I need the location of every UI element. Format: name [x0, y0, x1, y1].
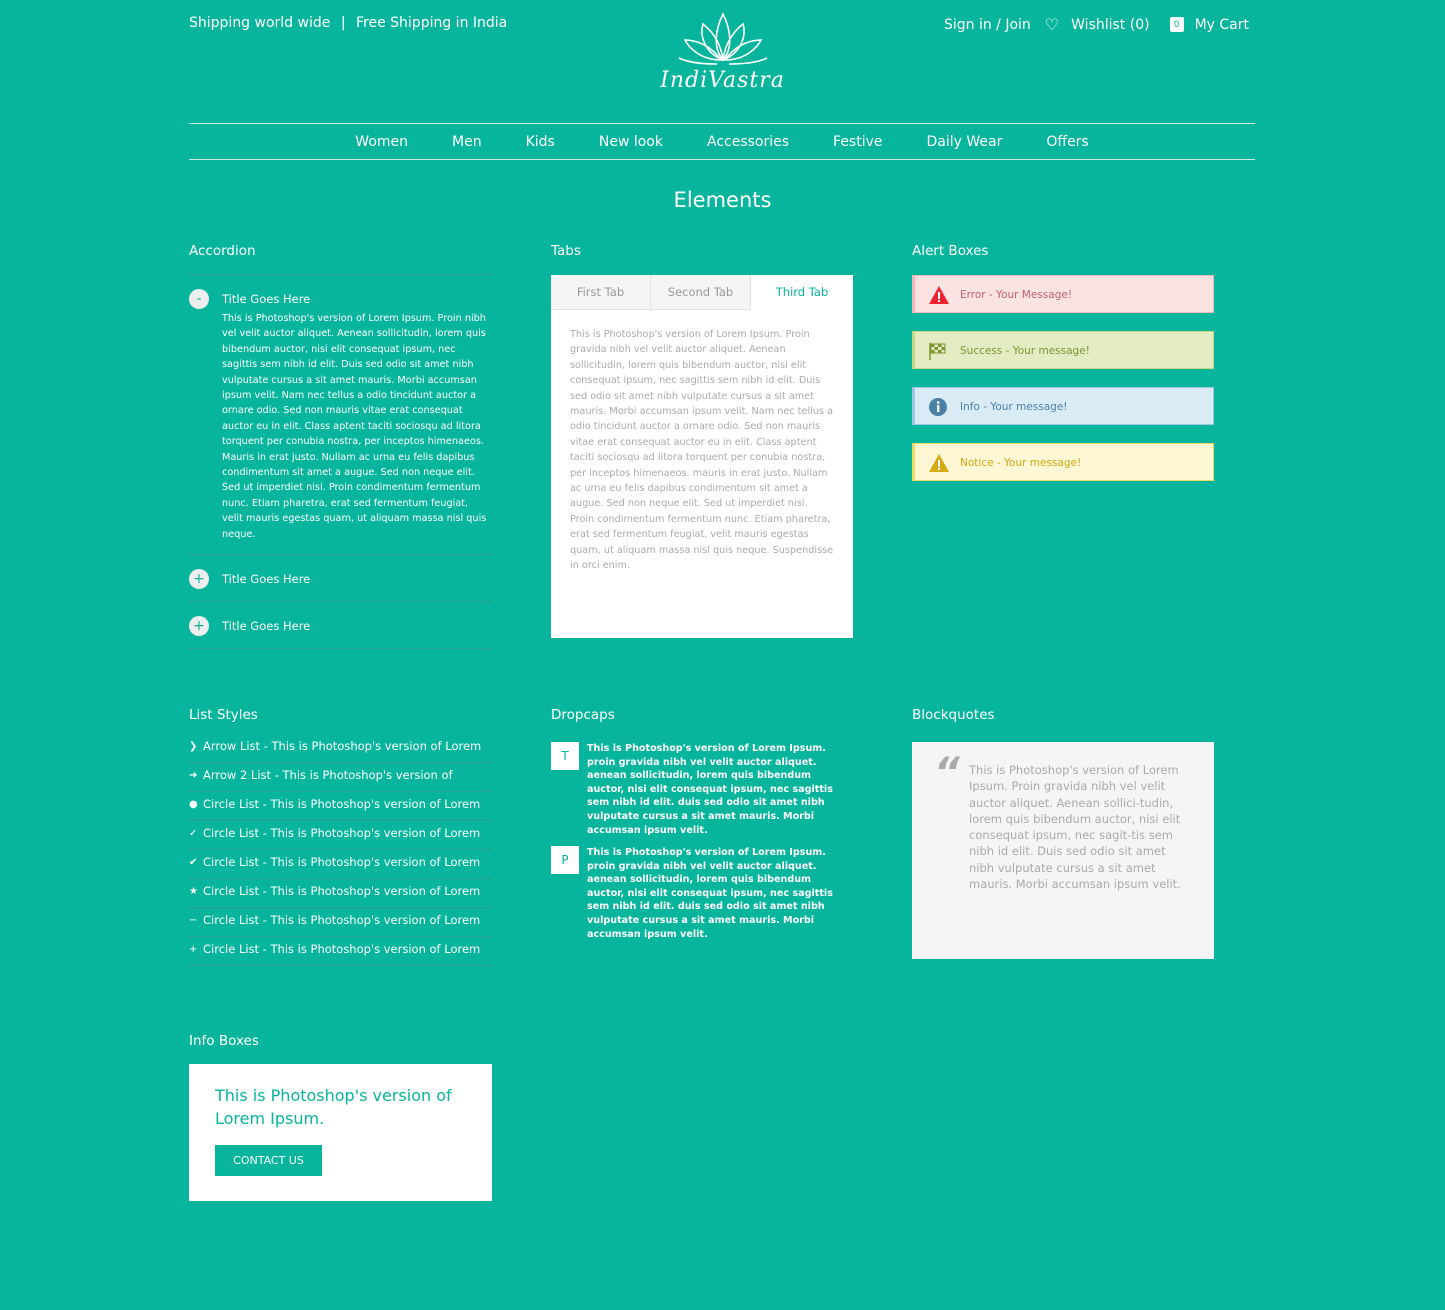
signin-link[interactable]: Sign in / Join — [944, 17, 1031, 33]
tab-second[interactable]: Second Tab — [651, 275, 751, 310]
accordion-item[interactable]: + Title Goes Here — [189, 555, 492, 603]
collapse-icon[interactable]: - — [189, 289, 209, 309]
accordion-item[interactable]: - Title Goes Here This is Photoshop's ve… — [189, 275, 492, 556]
alerts-heading: Alert Boxes — [912, 243, 989, 259]
list-text: Circle List - This is Photoshop's versio… — [203, 826, 481, 840]
minus-icon: − — [189, 915, 198, 926]
dropcap-paragraph: P This is Photoshop's version of Lorem I… — [551, 846, 841, 941]
dropcap-text: This is Photoshop's version of Lorem Ips… — [587, 847, 833, 940]
checkered-flag-icon — [929, 343, 946, 360]
nav-women[interactable]: Women — [333, 134, 430, 150]
alert-text: Notice - Your message! — [960, 457, 1082, 469]
dropcap-letter: P — [551, 846, 579, 874]
warning-triangle-icon — [929, 454, 949, 472]
main-nav: Women Men Kids New look Accessories Fest… — [189, 123, 1255, 160]
nav-offers[interactable]: Offers — [1024, 134, 1110, 150]
wishlist-label: Wishlist (0) — [1071, 16, 1150, 33]
alert-text: Success - Your message! — [960, 345, 1090, 357]
info-box: This is Photoshop's version of Lorem Ips… — [189, 1064, 492, 1201]
separator: | — [340, 15, 346, 31]
quote-icon: “ — [934, 750, 960, 796]
cart-link[interactable]: 0 My Cart — [1169, 16, 1255, 33]
free-shipping-text: Free Shipping in India — [356, 15, 508, 31]
lists-heading: List Styles — [189, 707, 258, 723]
tabs-panel: First Tab Second Tab Third Tab This is P… — [551, 275, 853, 638]
dropcap-paragraph: T This is Photoshop's version of Lorem I… — [551, 742, 841, 837]
accordion-item[interactable]: + Title Goes Here — [189, 602, 492, 650]
list-text: Arrow List - This is Photoshop's version… — [203, 739, 482, 753]
nav-accessories[interactable]: Accessories — [685, 134, 811, 150]
tab-third[interactable]: Third Tab — [751, 275, 853, 310]
accordion-title[interactable]: Title Goes Here — [222, 289, 492, 309]
cart-label: My Cart — [1194, 16, 1249, 33]
blockquotes-heading: Blockquotes — [912, 707, 995, 723]
accordion-title[interactable]: Title Goes Here — [222, 569, 492, 589]
list-text: Circle List - This is Photoshop's versio… — [203, 797, 481, 811]
shipping-text: Shipping world wide — [189, 15, 331, 31]
tab-first[interactable]: First Tab — [551, 275, 651, 310]
chevron-right-icon: ❯ — [189, 741, 198, 752]
dropcaps-heading: Dropcaps — [551, 707, 615, 723]
error-alert: Error - Your Message! — [912, 275, 1214, 313]
accordion: - Title Goes Here This is Photoshop's ve… — [189, 274, 492, 650]
nav-kids[interactable]: Kids — [504, 134, 577, 150]
account-links: Sign in / Join ♡ Wishlist (0) 0 My Cart — [944, 15, 1255, 34]
nav-festive[interactable]: Festive — [811, 134, 904, 150]
infobox-heading: Info Boxes — [189, 1033, 259, 1049]
success-alert: Success - Your message! — [912, 331, 1214, 369]
info-box-title: This is Photoshop's version of Lorem Ips… — [215, 1086, 452, 1128]
info-icon — [929, 398, 947, 416]
notice-alert: Notice - Your message! — [912, 443, 1214, 481]
circle-icon: ● — [189, 799, 198, 810]
heart-icon: ♡ — [1044, 15, 1060, 34]
arrow-right-icon: ➜ — [189, 770, 198, 781]
info-alert: Info - Your message! — [912, 387, 1214, 425]
alert-text: Error - Your Message! — [960, 289, 1073, 301]
accordion-heading: Accordion — [189, 243, 256, 259]
list-text: Circle List - This is Photoshop's versio… — [203, 855, 481, 869]
list-item: ● Circle List - This is Photoshop's versi… — [189, 792, 492, 821]
star-icon: ★ — [189, 886, 198, 897]
accordion-body: This is Photoshop's version of Lorem Ips… — [222, 313, 487, 540]
blockquote: “ This is Photoshop's version of Lorem I… — [912, 742, 1214, 959]
tabs-heading: Tabs — [551, 243, 581, 259]
nav-men[interactable]: Men — [430, 134, 504, 150]
list-text: Arrow 2 List - This is Photoshop's versi… — [203, 768, 453, 782]
list-text: Circle List - This is Photoshop's versio… — [203, 884, 481, 898]
check-thin-icon: ✓ — [189, 828, 198, 839]
shopping-bag-icon: 0 — [1169, 17, 1184, 32]
tab-content: This is Photoshop's version of Lorem Ips… — [570, 329, 834, 572]
list-item: ★ Circle List - This is Photoshop's versi… — [189, 879, 492, 908]
expand-icon[interactable]: + — [189, 569, 209, 590]
dropcap-text: This is Photoshop's version of Lorem Ips… — [587, 743, 833, 836]
alert-text: Info - Your message! — [960, 401, 1068, 413]
list-text: Circle List - This is Photoshop's versio… — [203, 942, 481, 956]
blockquote-text: This is Photoshop's version of Lorem Ips… — [969, 763, 1181, 892]
lotus-logo-icon — [678, 12, 767, 65]
wishlist-link[interactable]: ♡ Wishlist (0) — [1045, 15, 1156, 34]
list-item: − Circle List - This is Photoshop's versi… — [189, 908, 492, 937]
list-item: ➜ Arrow 2 List - This is Photoshop's vers… — [189, 763, 492, 792]
shipping-info: Shipping world wide | Free Shipping in I… — [189, 15, 513, 31]
nav-new-look[interactable]: New look — [577, 134, 685, 150]
plus-icon: + — [189, 944, 198, 955]
warning-triangle-icon — [929, 286, 949, 304]
check-bold-icon: ✔ — [189, 857, 198, 868]
list-text: Circle List - This is Photoshop's versio… — [203, 913, 481, 927]
list-styles: ❯ Arrow List - This is Photoshop's versio… — [189, 734, 492, 966]
expand-icon[interactable]: + — [189, 616, 209, 637]
list-item: ✓ Circle List - This is Photoshop's versi… — [189, 821, 492, 850]
nav-daily-wear[interactable]: Daily Wear — [905, 134, 1025, 150]
accordion-title[interactable]: Title Goes Here — [222, 616, 492, 636]
list-item: ✔ Circle List - This is Photoshop's versi… — [189, 850, 492, 879]
contact-us-button[interactable]: CONTACT US — [215, 1145, 322, 1176]
logo[interactable]: IndiVastra — [640, 8, 805, 93]
page-title: Elements — [673, 188, 772, 212]
list-item: ❯ Arrow List - This is Photoshop's versio… — [189, 734, 492, 763]
brand-name: IndiVastra — [660, 68, 785, 93]
dropcap-letter: T — [551, 742, 579, 770]
list-item: + Circle List - This is Photoshop's versi… — [189, 937, 492, 966]
